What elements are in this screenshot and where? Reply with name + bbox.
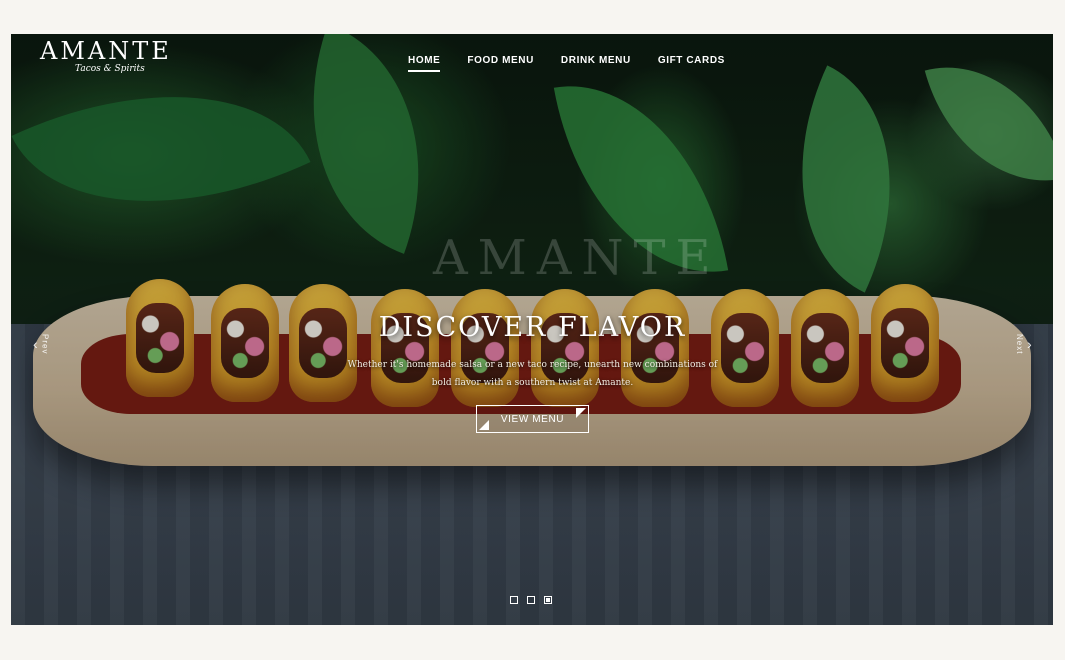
carousel-indicators — [510, 596, 552, 604]
nav-item-food-menu[interactable]: FOOD MENU — [467, 55, 534, 72]
carousel-dot[interactable] — [527, 596, 535, 604]
brand-wordmark: AMANTE — [40, 37, 172, 65]
prev-label: Prev — [40, 334, 50, 355]
view-menu-label: VIEW MENU — [500, 413, 565, 425]
carousel-dot[interactable] — [510, 596, 518, 604]
carousel-prev-button[interactable]: ‹ Prev — [33, 334, 50, 354]
corner-accent-icon — [576, 408, 586, 418]
brand-logo[interactable]: AMANTE Tacos & Spirits — [40, 38, 172, 74]
carousel-next-button[interactable]: Next › — [1015, 334, 1032, 354]
chevron-right-icon: › — [1027, 336, 1032, 353]
hero-subtext: Whether it's homemade salsa or a new tac… — [347, 360, 718, 388]
chevron-left-icon: ‹ — [33, 336, 38, 353]
nav-item-home[interactable]: HOME — [408, 55, 441, 72]
corner-accent-icon — [479, 420, 489, 430]
view-menu-button[interactable]: VIEW MENU — [476, 405, 589, 433]
main-nav: HOME FOOD MENU DRINK MENU GIFT CARDS — [408, 55, 725, 72]
nav-item-gift-cards[interactable]: GIFT CARDS — [658, 55, 725, 72]
hero-headline: DISCOVER FLAVOR — [378, 312, 687, 343]
carousel-dot-active[interactable] — [544, 596, 552, 604]
nav-item-drink-menu[interactable]: DRINK MENU — [561, 55, 631, 72]
next-label: Next — [1015, 334, 1024, 355]
brand-tagline: Tacos & Spirits — [75, 64, 145, 74]
ghost-watermark-text: AMANTE — [433, 230, 721, 286]
